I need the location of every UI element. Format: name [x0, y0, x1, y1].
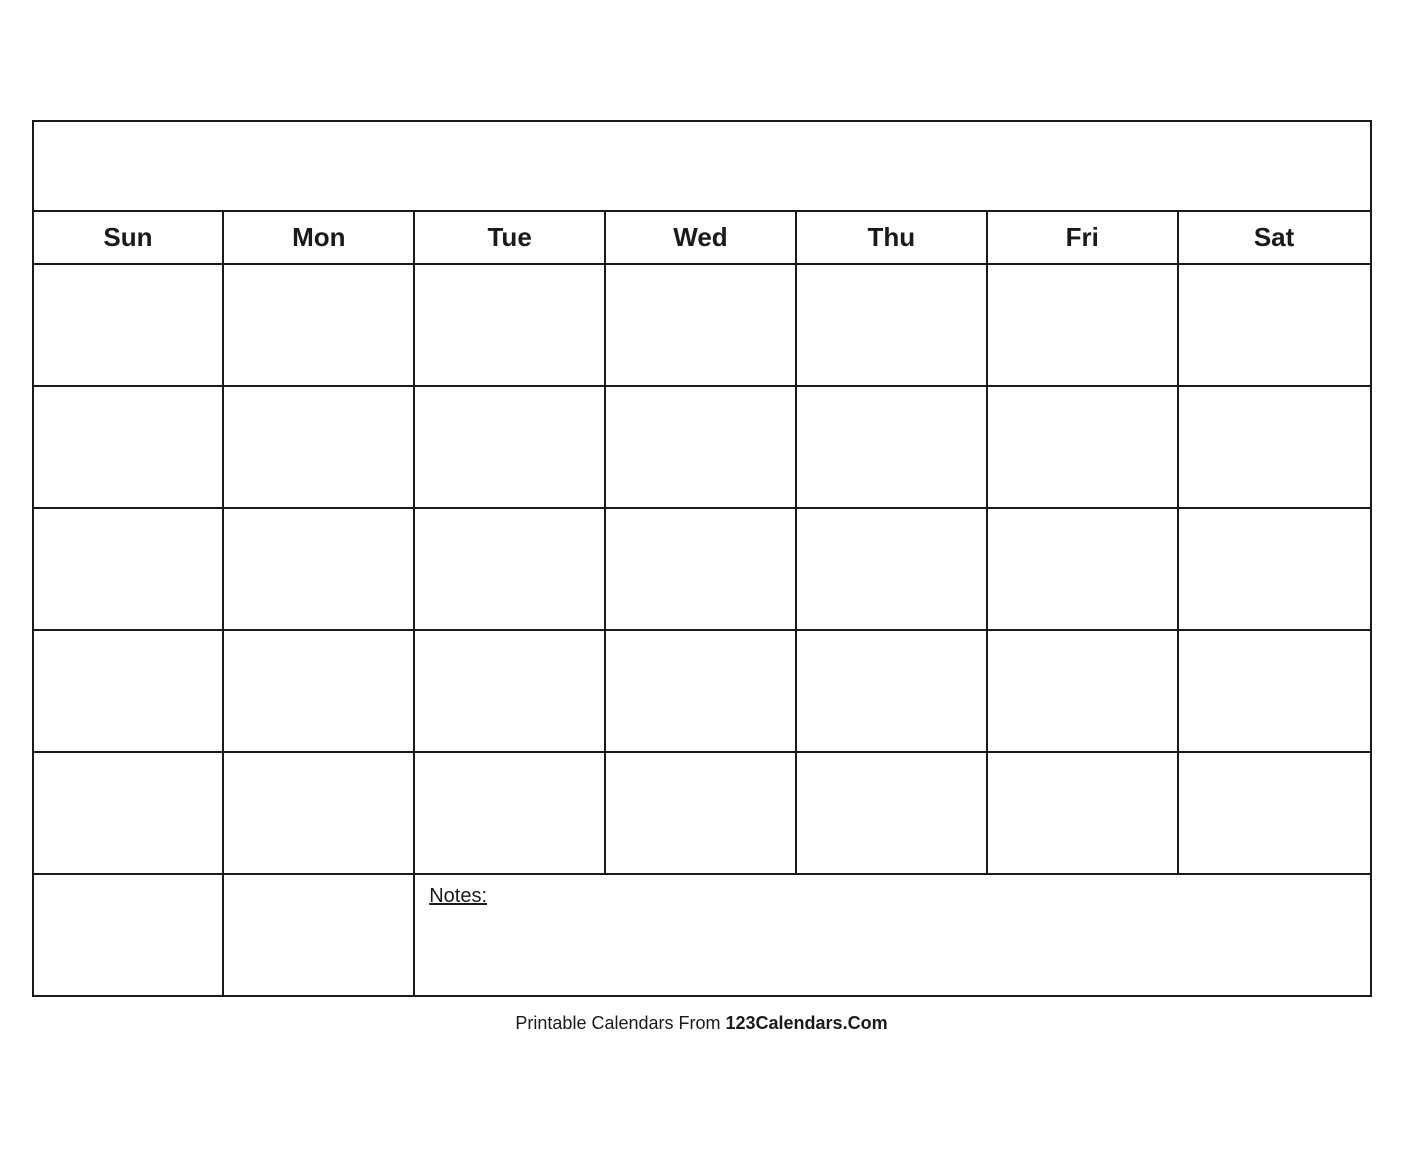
week3-sat	[1179, 509, 1370, 629]
week2-sat	[1179, 387, 1370, 507]
week5-fri	[988, 753, 1179, 873]
week1-sun	[34, 265, 225, 385]
header-fri: Fri	[988, 212, 1179, 263]
notes-empty-1	[34, 875, 225, 995]
week5-sat	[1179, 753, 1370, 873]
header-tue: Tue	[415, 212, 606, 263]
week-row-1	[34, 265, 1370, 387]
week2-wed	[606, 387, 797, 507]
week5-mon	[224, 753, 415, 873]
calendar-container: Sun Mon Tue Wed Thu Fri Sat	[32, 120, 1372, 997]
header-sat: Sat	[1179, 212, 1370, 263]
week1-fri	[988, 265, 1179, 385]
week-row-4	[34, 631, 1370, 753]
header-mon: Mon	[224, 212, 415, 263]
footer-text: Printable Calendars From	[515, 1013, 725, 1033]
page-wrapper: Sun Mon Tue Wed Thu Fri Sat	[0, 0, 1403, 1153]
week3-sun	[34, 509, 225, 629]
notes-empty-2	[224, 875, 415, 995]
week1-mon	[224, 265, 415, 385]
week2-thu	[797, 387, 988, 507]
calendar-body: Notes:	[34, 265, 1370, 995]
week4-wed	[606, 631, 797, 751]
notes-content: Notes:	[415, 875, 1369, 995]
week1-wed	[606, 265, 797, 385]
week4-thu	[797, 631, 988, 751]
week3-thu	[797, 509, 988, 629]
week2-fri	[988, 387, 1179, 507]
week-row-2	[34, 387, 1370, 509]
week5-sun	[34, 753, 225, 873]
week5-thu	[797, 753, 988, 873]
week1-thu	[797, 265, 988, 385]
week2-tue	[415, 387, 606, 507]
week-row-3	[34, 509, 1370, 631]
header-wed: Wed	[606, 212, 797, 263]
week5-wed	[606, 753, 797, 873]
header-thu: Thu	[797, 212, 988, 263]
week4-mon	[224, 631, 415, 751]
footer: Printable Calendars From 123Calendars.Co…	[515, 1013, 887, 1034]
week3-mon	[224, 509, 415, 629]
week2-sun	[34, 387, 225, 507]
week4-fri	[988, 631, 1179, 751]
calendar-header: Sun Mon Tue Wed Thu Fri Sat	[34, 212, 1370, 265]
week4-sun	[34, 631, 225, 751]
week4-tue	[415, 631, 606, 751]
footer-brand: 123Calendars.Com	[726, 1013, 888, 1033]
week5-tue	[415, 753, 606, 873]
week4-sat	[1179, 631, 1370, 751]
week3-fri	[988, 509, 1179, 629]
week-row-5	[34, 753, 1370, 875]
header-sun: Sun	[34, 212, 225, 263]
week2-mon	[224, 387, 415, 507]
notes-row: Notes:	[34, 875, 1370, 995]
week1-tue	[415, 265, 606, 385]
week3-wed	[606, 509, 797, 629]
notes-label: Notes:	[429, 885, 487, 907]
week3-tue	[415, 509, 606, 629]
title-row	[34, 122, 1370, 212]
week1-sat	[1179, 265, 1370, 385]
